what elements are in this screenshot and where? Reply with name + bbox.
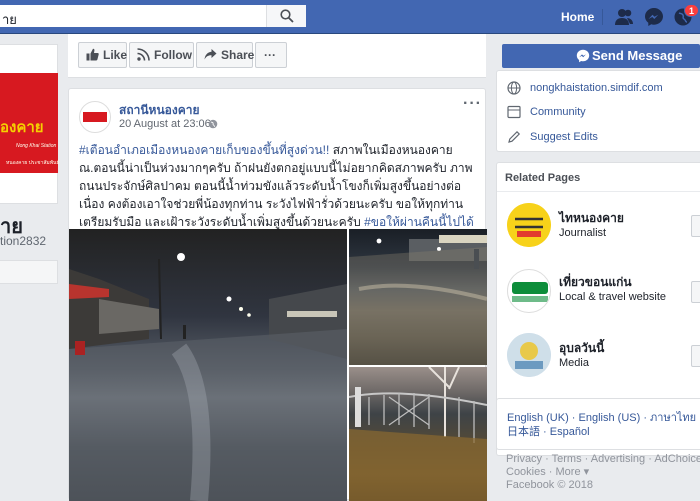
avatar-logo-mark: [83, 112, 107, 122]
flood-street-photo-main[interactable]: [69, 229, 347, 501]
page-logo: องคาย Nong Khai Station หนองคาย ประชาสัม…: [0, 73, 60, 173]
more-actions-button[interactable]: ···: [255, 42, 287, 68]
post-timestamp[interactable]: 20 August at 23:06 ·: [119, 118, 217, 130]
flood-riverside-photo[interactable]: [349, 367, 487, 501]
search-icon: [280, 9, 294, 23]
share-button[interactable]: Share: [196, 42, 255, 68]
community-link[interactable]: Community: [530, 106, 586, 118]
related-page-name[interactable]: เที่ยวขอนแก่น: [559, 273, 632, 292]
friend-requests-icon[interactable]: [613, 6, 635, 28]
search-box[interactable]: าย: [0, 5, 306, 27]
public-globe-icon: [208, 119, 218, 129]
language-links-line2[interactable]: 日本語 · Español: [507, 423, 590, 439]
footer-links-line1[interactable]: Privacy · Terms · Advertising · AdChoice…: [506, 452, 700, 465]
follow-label: Follow: [154, 48, 192, 62]
profile-picture-card[interactable]: องคาย Nong Khai Station หนองคาย ประชาสัม…: [0, 44, 60, 204]
more-actions-label: ···: [264, 48, 276, 62]
follow-button[interactable]: Follow: [129, 42, 194, 68]
related-pages-title: Related Pages: [505, 172, 581, 184]
related-page-logo: [507, 333, 551, 377]
right-sidebar: nongkhaistation.simdif.com Community Sug…: [496, 70, 700, 500]
search-button[interactable]: [266, 5, 306, 27]
page-logo-tagline: หนองคาย ประชาสัมพันธ์: [6, 160, 60, 166]
send-message-label: Send Message: [592, 48, 683, 63]
page-username[interactable]: tion2832: [0, 234, 46, 248]
like-label: Like: [103, 48, 128, 62]
page-action-bar: Like Follow Share ···: [68, 34, 486, 78]
riverside-railing-scene: [349, 367, 487, 501]
messenger-icon[interactable]: [643, 6, 665, 28]
community-icon: [507, 105, 521, 119]
top-navigation-bar: าย Home 1: [0, 0, 700, 34]
related-page-name[interactable]: อุบลวันนี้: [559, 339, 604, 358]
rss-follow-icon: [137, 48, 150, 61]
footer-copyright: Facebook © 2018: [506, 479, 593, 491]
related-page-like-button[interactable]: [691, 281, 700, 303]
related-page-name[interactable]: ไทหนองคาย: [559, 209, 624, 228]
page-logo-subtitle: Nong Khai Station: [16, 143, 57, 149]
share-label: Share: [221, 48, 255, 62]
messenger-icon: [576, 49, 590, 63]
related-page-like-button[interactable]: [691, 345, 700, 367]
nav-divider: [602, 9, 603, 25]
hashtag-warning[interactable]: #เตือนอำเภอเมืองหนองคายเก็บของขึ้นที่สูง…: [79, 143, 329, 157]
related-page-logo: [512, 282, 548, 302]
related-page-like-button[interactable]: [691, 215, 700, 237]
flooded-road-scene: [349, 235, 487, 365]
related-page-avatar[interactable]: [507, 269, 551, 313]
globe-icon: [507, 81, 521, 95]
like-button[interactable]: Like: [78, 42, 127, 68]
home-link[interactable]: Home: [561, 10, 594, 24]
page-left-column: องคาย Nong Khai Station หนองคาย ประชาสัม…: [0, 34, 68, 500]
search-input[interactable]: าย: [2, 9, 17, 30]
related-pages-divider: [497, 191, 700, 192]
notification-badge: 1: [684, 4, 700, 17]
page-logo-text: องคาย: [0, 119, 44, 136]
languages-card: English (UK) · English (US) · ภาษาไทย · …: [496, 398, 700, 450]
flood-street-scene: [69, 253, 347, 501]
share-arrow-icon: [204, 49, 217, 60]
related-page-category: Media: [559, 357, 589, 369]
footer-links-line2[interactable]: Cookies · More ▾: [506, 465, 589, 478]
send-message-button[interactable]: Send Message: [502, 44, 700, 68]
related-page-logo: [507, 203, 551, 247]
timeline-post: สถานีหนองคาย 20 August at 23:06 · ··· #เ…: [68, 88, 487, 501]
website-link[interactable]: nongkhaistation.simdif.com: [530, 82, 663, 94]
pencil-icon: [508, 130, 521, 143]
post-options-button[interactable]: ···: [463, 95, 482, 113]
related-page-category: Local & travel website: [559, 291, 666, 303]
flood-street-photo-2[interactable]: [349, 229, 487, 365]
suggest-edits-link[interactable]: Suggest Edits: [530, 131, 598, 143]
about-card: nongkhaistation.simdif.com Community Sug…: [496, 70, 700, 152]
post-author-avatar[interactable]: [79, 101, 111, 133]
related-page-category: Journalist: [559, 227, 607, 239]
related-page-avatar[interactable]: [507, 203, 551, 247]
thumbs-up-icon: [86, 48, 99, 61]
page-nav-item[interactable]: [0, 260, 58, 284]
related-page-avatar[interactable]: [507, 333, 551, 377]
